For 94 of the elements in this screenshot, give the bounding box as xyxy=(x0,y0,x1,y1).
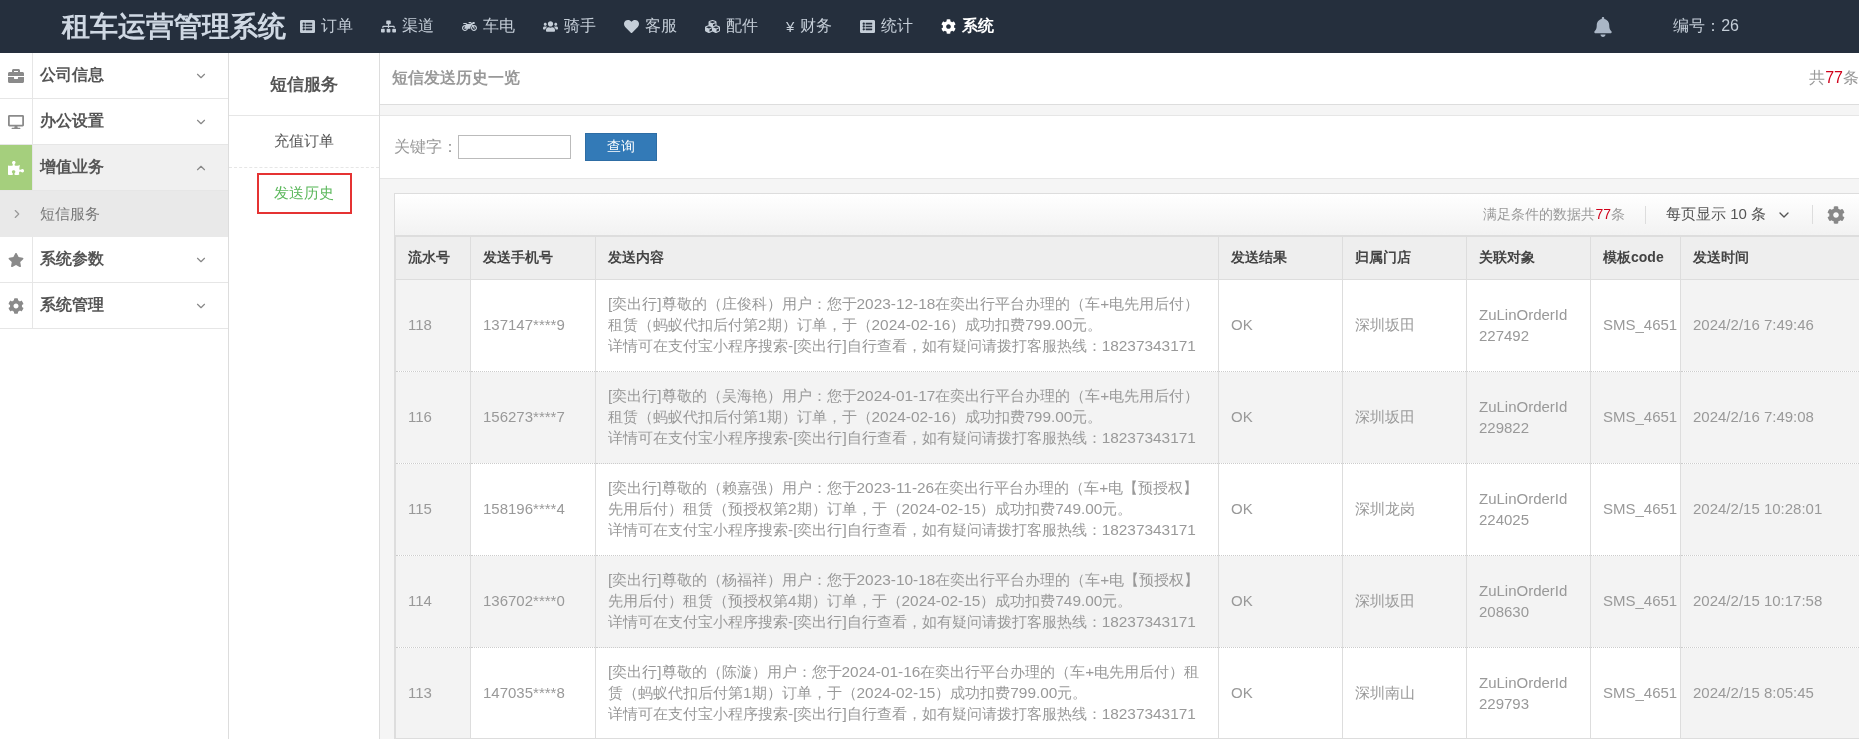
section-title: 短信服务 xyxy=(229,53,379,116)
sidebar-item[interactable]: 增值业务 xyxy=(0,145,228,191)
column-header: 发送时间 xyxy=(1680,236,1859,280)
settings-icon xyxy=(8,297,24,314)
settings-icon xyxy=(941,19,957,34)
sitemap-icon xyxy=(381,19,396,34)
column-header: 发送手机号 xyxy=(470,236,596,280)
result-summary: 满足条件的数据共77条 xyxy=(1483,205,1646,224)
app-title: 租车运营管理系统 xyxy=(60,9,287,44)
sidebar-item[interactable]: 办公设置 xyxy=(0,99,228,145)
message-text: [奕出行]尊敬的（杨福祥）用户：您于2023-10-18在奕出行平台办理的（车+电【预授权】先用后付）租赁（预授权第4期）订单，于（2024-02-15）成功扣费749.00元。 xyxy=(608,570,1201,612)
table-cell: SMS_4651 xyxy=(1590,555,1681,648)
table-cell: 115 xyxy=(395,463,471,556)
sidebar-subitem[interactable]: 短信服务 xyxy=(0,191,228,237)
table-cell: 2024/2/15 10:17:58 xyxy=(1680,555,1859,648)
table-cell: 147035****8 xyxy=(470,647,596,738)
table-cell: 深圳坂田 xyxy=(1342,371,1467,464)
bell-icon[interactable] xyxy=(1593,16,1614,37)
table-cell: 136702****0 xyxy=(470,555,596,648)
nav-item[interactable]: 渠道 xyxy=(381,16,434,37)
total-count: 共77条 xyxy=(1809,68,1859,88)
table-cell: 114 xyxy=(395,555,471,648)
sidebar-item[interactable]: 公司信息 xyxy=(0,53,228,99)
table-cell: ZuLinOrderId 229793 xyxy=(1466,647,1591,738)
table-cell: 2024/2/16 7:49:46 xyxy=(1680,279,1859,372)
table-cell: 深圳龙岗 xyxy=(1342,463,1467,556)
table-cell: 深圳坂田 xyxy=(1342,279,1467,372)
column-header: 流水号 xyxy=(395,236,471,280)
settings-icon[interactable] xyxy=(1827,205,1845,224)
sidebar-item[interactable]: 系统参数 xyxy=(0,237,228,283)
table-cell: SMS_4651 xyxy=(1590,279,1681,372)
table-cell: 137147****9 xyxy=(470,279,596,372)
monitor-icon xyxy=(8,113,24,130)
nav-item[interactable]: 系统 xyxy=(941,16,995,37)
table-cell: 116 xyxy=(395,371,471,464)
table-cell: 118 xyxy=(395,279,471,372)
column-header: 发送结果 xyxy=(1218,236,1343,280)
cubes-icon xyxy=(705,19,720,34)
search-button[interactable]: 查询 xyxy=(585,133,657,161)
page-size-select[interactable]: 每页显示 10 条 xyxy=(1645,205,1813,224)
table-cell: ZuLinOrderId 224025 xyxy=(1466,463,1591,556)
subnav-link[interactable]: 充值订单 xyxy=(256,121,352,162)
motorcycle-icon xyxy=(462,19,477,34)
users-icon xyxy=(543,19,558,34)
table-cell: 深圳南山 xyxy=(1342,647,1467,738)
table-cell: OK xyxy=(1218,463,1343,556)
list-icon xyxy=(860,19,876,34)
nav-item[interactable]: 车电 xyxy=(462,16,515,37)
table-cell: OK xyxy=(1218,555,1343,648)
table-cell: 113 xyxy=(395,647,471,738)
table-cell: 156273****7 xyxy=(470,371,596,464)
message-text: 详情可在支付宝小程序搜索-[奕出行]自行查看，如有疑问请拨打客服热线：18237343171 xyxy=(608,427,1197,448)
keyword-input[interactable] xyxy=(458,135,571,159)
table-cell: 深圳坂田 xyxy=(1342,555,1467,648)
user-id: 编号：26 xyxy=(1673,16,1739,36)
table-cell: SMS_4651 xyxy=(1590,647,1681,738)
table-cell: OK xyxy=(1218,647,1343,738)
star-icon xyxy=(8,251,24,268)
table-cell: SMS_4651 xyxy=(1590,463,1681,556)
nav-item[interactable]: 配件 xyxy=(705,16,758,37)
column-header: 关联对象 xyxy=(1466,236,1591,280)
table-cell: SMS_4651 xyxy=(1590,371,1681,464)
nav-item[interactable]: 订单 xyxy=(300,16,353,37)
list-icon xyxy=(300,19,315,34)
message-text: [奕出行]尊敬的（庄俊科）用户：您于2023-12-18在奕出行平台办理的（车+电先用后付）租赁（蚂蚁代扣后付第2期）订单，于（2024-02-16）成功扣费799.00元。 xyxy=(608,294,1201,336)
message-text: 详情可在支付宝小程序搜索-[奕出行]自行查看，如有疑问请拨打客服热线：18237343171 xyxy=(608,703,1197,724)
table-cell: OK xyxy=(1218,279,1343,372)
table-cell: 2024/2/15 10:28:01 xyxy=(1680,463,1859,556)
table-cell: ZuLinOrderId 227492 xyxy=(1466,279,1591,372)
page-title: 短信发送历史一览 xyxy=(392,68,520,88)
nav-item[interactable]: 骑手 xyxy=(543,16,596,37)
message-text: [奕出行]尊敬的（陈漩）用户：您于2024-01-16在奕出行平台办理的（车+电先用后付）租赁（蚂蚁代扣后付第1期）订单，于（2024-02-15）成功扣费799.00元。 xyxy=(608,662,1201,704)
briefcase-icon xyxy=(8,67,24,84)
nav-item[interactable]: 客服 xyxy=(624,16,677,37)
nav-item[interactable]: 统计 xyxy=(860,16,914,37)
column-header: 发送内容 xyxy=(595,236,1219,280)
table-cell: 2024/2/15 8:05:45 xyxy=(1680,647,1859,738)
message-text: 详情可在支付宝小程序搜索-[奕出行]自行查看，如有疑问请拨打客服热线：18237343171 xyxy=(608,611,1197,632)
keyword-label: 关键字： xyxy=(394,136,458,157)
message-text: 详情可在支付宝小程序搜索-[奕出行]自行查看，如有疑问请拨打客服热线：18237343171 xyxy=(608,335,1197,356)
table-cell: ZuLinOrderId 208630 xyxy=(1466,555,1591,648)
heart-icon xyxy=(624,19,639,34)
table-cell: ZuLinOrderId 229822 xyxy=(1466,371,1591,464)
table-cell: OK xyxy=(1218,371,1343,464)
table-cell: 2024/2/16 7:49:08 xyxy=(1680,371,1859,464)
column-header: 归属门店 xyxy=(1342,236,1467,280)
message-text: [奕出行]尊敬的（吴海艳）用户：您于2024-01-17在奕出行平台办理的（车+电先用后付）租赁（蚂蚁代扣后付第1期）订单，于（2024-02-16）成功扣费799.00元。 xyxy=(608,386,1201,428)
puzzle-icon xyxy=(8,159,24,176)
table-cell: 158196****4 xyxy=(470,463,596,556)
message-text: 详情可在支付宝小程序搜索-[奕出行]自行查看，如有疑问请拨打客服热线：18237343171 xyxy=(608,519,1197,540)
message-text: [奕出行]尊敬的（赖嘉强）用户：您于2023-11-26在奕出行平台办理的（车+电【预授权】先用后付）租赁（预授权第2期）订单，于（2024-02-15）成功扣费749.00元。 xyxy=(608,478,1200,520)
sidebar-item[interactable]: 系统管理 xyxy=(0,283,228,329)
column-header: 模板code xyxy=(1590,236,1681,280)
nav-item[interactable]: ¥ 财务 xyxy=(786,16,833,37)
